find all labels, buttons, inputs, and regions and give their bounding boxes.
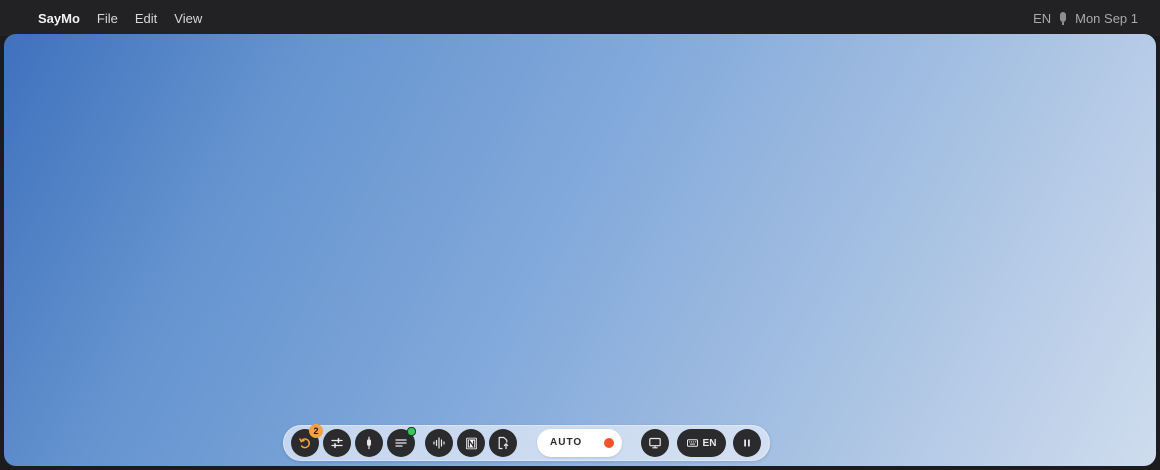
desktop-wallpaper (4, 34, 1156, 466)
history-button[interactable]: 2 (291, 424, 323, 457)
menu-edit[interactable]: Edit (135, 11, 157, 26)
pause-icon (744, 439, 750, 447)
microphone-icon (367, 436, 371, 450)
dictation-toolbar: 2 AUTO EN (283, 424, 770, 461)
status-dot (407, 427, 416, 436)
waveform-icon (433, 437, 445, 449)
menu-bar-status: EN Mon Sep 1 (1033, 0, 1138, 36)
file-export-icon (498, 436, 509, 450)
history-icon (299, 438, 310, 449)
microphone-icon[interactable] (1059, 12, 1067, 25)
keyboard-icon (686, 439, 698, 447)
notion-icon (465, 437, 477, 449)
record-indicator (604, 438, 614, 448)
menu-file[interactable]: File (97, 11, 118, 26)
menu-bar: SayMo File Edit View EN Mon Sep 1 (0, 0, 1160, 36)
notion-button[interactable] (457, 429, 485, 457)
settings-button[interactable] (323, 429, 351, 457)
mode-auto-toggle[interactable]: AUTO (537, 429, 622, 457)
menu-view[interactable]: View (174, 11, 202, 26)
sliders-icon (331, 437, 343, 448)
transcript-button[interactable] (387, 427, 416, 457)
history-count-badge: 2 (309, 424, 323, 438)
monitor-icon (649, 437, 661, 449)
audio-waveform-button[interactable] (425, 429, 453, 457)
mode-label: AUTO (550, 437, 583, 448)
text-lines-icon (395, 439, 407, 447)
language-label: EN (702, 437, 717, 449)
microphone-button[interactable] (355, 429, 383, 457)
input-language-indicator[interactable]: EN (1033, 11, 1051, 26)
app-name-menu[interactable]: SayMo (38, 11, 80, 26)
export-button[interactable] (489, 429, 517, 457)
screen-button[interactable] (641, 429, 669, 457)
language-selector[interactable]: EN (677, 429, 726, 457)
menu-bar-clock[interactable]: Mon Sep 1 (1075, 11, 1138, 26)
pause-button[interactable] (733, 429, 761, 457)
